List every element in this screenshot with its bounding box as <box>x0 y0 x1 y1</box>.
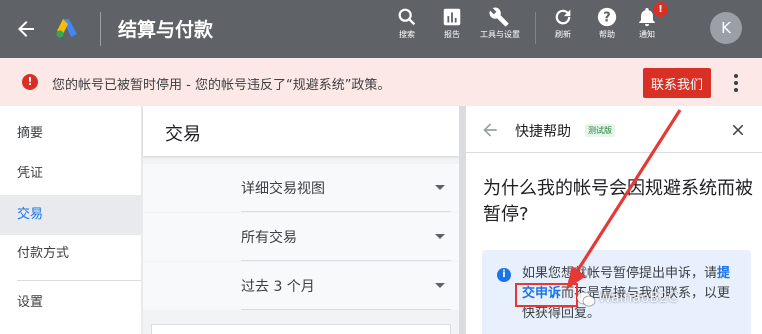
help-icon: ? <box>597 7 617 27</box>
suspension-alert-banner: ! 您的帐号已被暂时停用 - 您的帐号违反了“规避系统”政策。 联系我们 <box>0 58 762 106</box>
close-icon[interactable] <box>729 121 747 139</box>
dropdown-underline <box>241 309 451 310</box>
notifications-label: 通知 <box>639 30 655 39</box>
transactions-card <box>151 324 451 334</box>
reports-icon <box>443 8 461 26</box>
annotation-highlight-box <box>515 283 578 307</box>
panel-header: 交易 <box>143 106 459 156</box>
beta-badge: 测试版 <box>585 124 615 137</box>
reports-button[interactable]: 报告 <box>430 6 474 39</box>
watermark-text: WainaoB2C <box>598 290 678 306</box>
view-type-dropdown[interactable]: 详细交易视图 <box>143 164 459 212</box>
alert-message: 您的帐号已被暂时停用 - 您的帐号违反了“规避系统”政策。 <box>52 78 391 93</box>
top-app-bar: 结算与付款 搜索 报告 工具与设置 刷新 ? 帮助 通知 ! K <box>0 0 762 58</box>
help-panel-title: 快捷帮助 <box>515 124 571 140</box>
dropdown-underline <box>241 211 451 212</box>
side-navigation: 摘要 凭证 交易 付款方式 设置 <box>0 106 141 334</box>
transaction-type-dropdown[interactable]: 所有交易 <box>143 213 459 261</box>
tools-settings-label: 工具与设置 <box>480 30 520 39</box>
svg-text:?: ? <box>603 11 610 26</box>
notification-badge: ! <box>653 2 668 17</box>
error-icon: ! <box>22 74 38 90</box>
wechat-icon <box>576 291 596 307</box>
wrench-icon <box>489 7 509 27</box>
google-ads-logo[interactable] <box>54 16 80 40</box>
dropdown-caret-icon <box>435 234 445 239</box>
help-back-arrow-icon[interactable] <box>480 120 500 140</box>
dropdown-caret-icon <box>435 185 445 190</box>
panel-scrollbar[interactable] <box>459 106 466 334</box>
nav-item-documents[interactable]: 凭证 <box>0 154 141 194</box>
tools-settings-button[interactable]: 工具与设置 <box>478 6 522 39</box>
search-icon <box>398 8 416 26</box>
help-label: 帮助 <box>599 30 615 39</box>
transaction-type-value: 所有交易 <box>241 230 297 246</box>
nav-item-settings[interactable]: 设置 <box>0 283 141 323</box>
header-divider <box>100 12 101 46</box>
help-header-divider <box>466 152 762 153</box>
nav-divider <box>17 280 141 281</box>
nav-item-payment-methods[interactable]: 付款方式 <box>0 234 141 274</box>
search-label: 搜索 <box>399 30 415 39</box>
info-text-prefix: 如果您想就帐号暂停提出申诉，请 <box>522 266 718 281</box>
dropdown-caret-icon <box>435 283 445 288</box>
date-range-dropdown[interactable]: 过去 3 个月 <box>143 262 459 310</box>
refresh-button[interactable]: 刷新 <box>541 6 585 39</box>
toolbar-separator <box>535 12 536 44</box>
refresh-icon <box>555 9 571 25</box>
dropdown-underline <box>241 260 451 261</box>
transactions-panel: 交易 详细交易视图 所有交易 过去 3 个月 <box>143 106 459 334</box>
nav-item-transactions[interactable]: 交易 <box>0 195 141 235</box>
contact-us-button[interactable]: 联系我们 <box>643 68 711 98</box>
date-range-value: 过去 3 个月 <box>241 279 315 295</box>
page-title: 结算与付款 <box>118 19 214 41</box>
back-arrow-icon[interactable] <box>14 17 38 41</box>
info-icon: i <box>497 268 511 282</box>
avatar[interactable]: K <box>710 12 742 44</box>
help-button[interactable]: ? 帮助 <box>585 6 629 39</box>
panel-title: 交易 <box>165 124 201 145</box>
refresh-label: 刷新 <box>555 30 571 39</box>
more-options-icon[interactable] <box>728 72 744 94</box>
search-button[interactable]: 搜索 <box>385 6 429 39</box>
reports-label: 报告 <box>444 30 460 39</box>
help-question: 为什么我的帐号会因规避系统而被暂停? <box>483 178 753 225</box>
view-type-value: 详细交易视图 <box>241 181 325 197</box>
nav-item-summary[interactable]: 摘要 <box>0 114 141 154</box>
